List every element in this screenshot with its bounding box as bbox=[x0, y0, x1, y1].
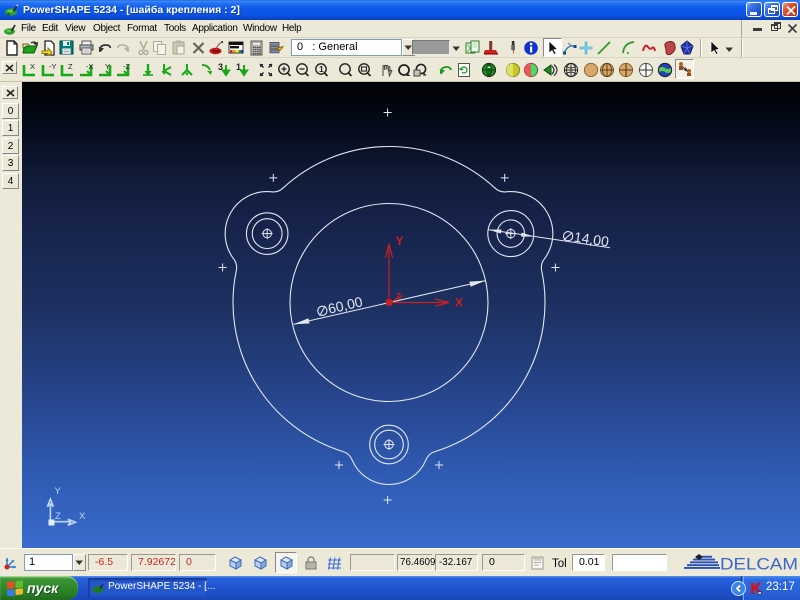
svg-text:Z: Z bbox=[68, 62, 73, 71]
svg-text:Y: Y bbox=[55, 486, 62, 497]
svg-text:X: X bbox=[455, 296, 463, 310]
svg-text:-Y: -Y bbox=[49, 62, 57, 71]
svg-text:X: X bbox=[30, 62, 35, 71]
svg-text:-X: -X bbox=[86, 62, 94, 71]
svg-text:Z: Z bbox=[396, 291, 401, 301]
svg-text:14,00: 14,00 bbox=[573, 229, 610, 250]
svg-text:60,00: 60,00 bbox=[326, 293, 364, 316]
svg-text:X: X bbox=[79, 511, 86, 522]
svg-text:1: 1 bbox=[319, 64, 324, 74]
svg-text:Y: Y bbox=[396, 234, 404, 248]
svg-text:Y: Y bbox=[105, 62, 110, 71]
svg-text:DELCAM: DELCAM bbox=[720, 555, 798, 574]
svg-text:-Z: -Z bbox=[123, 62, 130, 71]
svg-text:Z: Z bbox=[55, 511, 61, 522]
